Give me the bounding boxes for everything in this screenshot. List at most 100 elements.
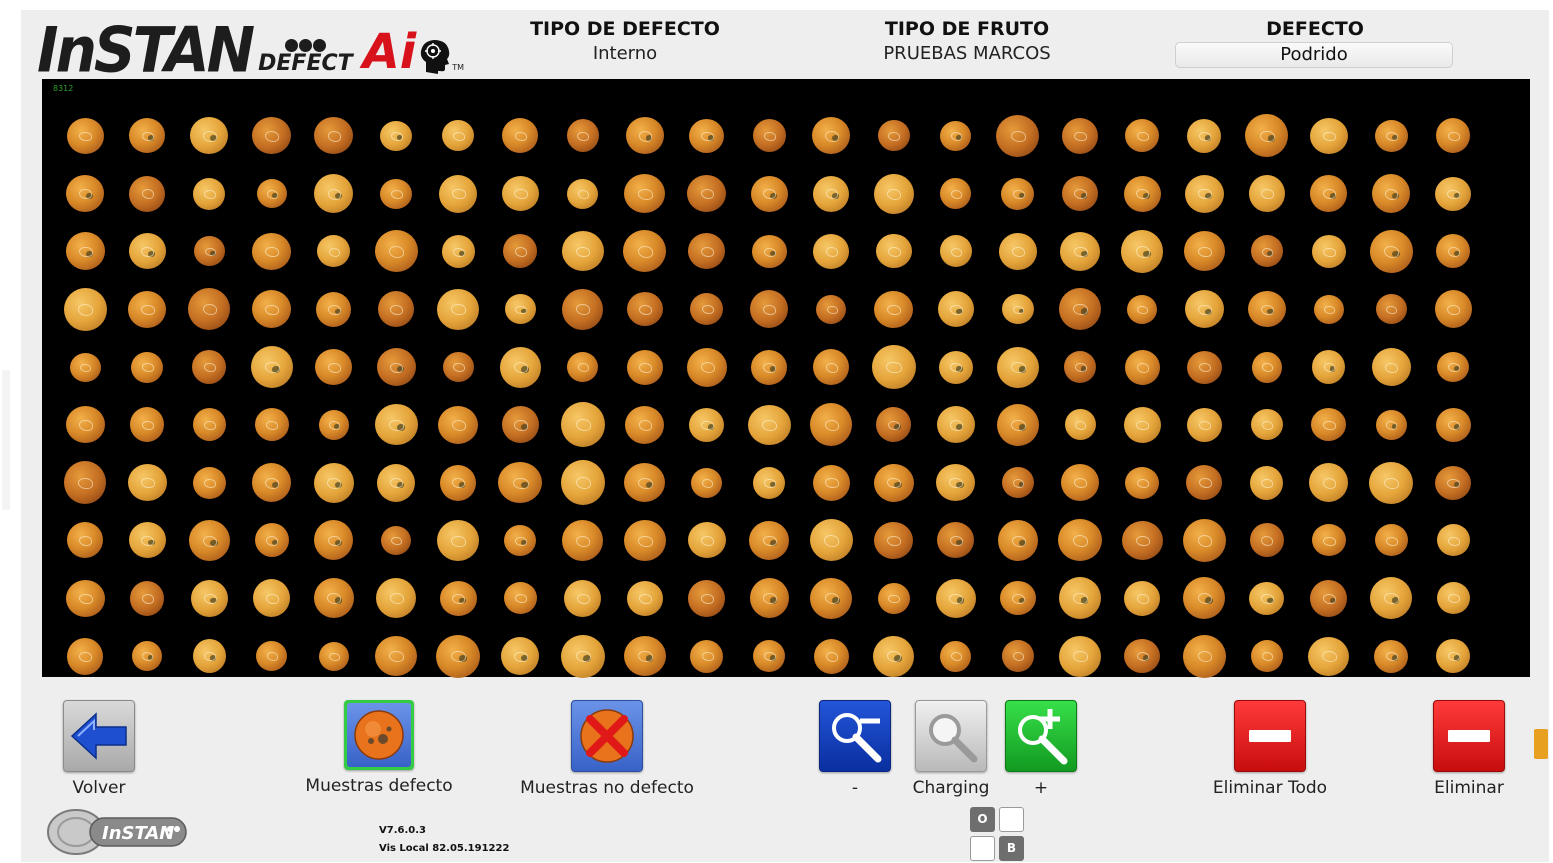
sample-cell[interactable]	[1360, 569, 1422, 627]
sample-cell[interactable]	[427, 627, 489, 685]
sample-cell[interactable]	[1422, 107, 1484, 165]
sample-cell[interactable]	[676, 396, 738, 454]
defecto-selector[interactable]: Podrido	[1175, 42, 1453, 68]
sample-cell[interactable]	[1298, 280, 1360, 338]
sample-cell[interactable]	[1422, 512, 1484, 570]
sample-cell[interactable]	[241, 165, 303, 223]
muestras-defecto-button[interactable]	[344, 700, 414, 770]
sample-cell[interactable]	[1360, 165, 1422, 223]
sample-cell[interactable]	[1360, 627, 1422, 685]
sample-cell[interactable]	[1111, 223, 1173, 281]
sample-cell[interactable]	[1236, 454, 1298, 512]
sample-cell[interactable]	[862, 223, 924, 281]
sample-cell[interactable]	[1298, 223, 1360, 281]
sample-cell[interactable]	[1049, 223, 1111, 281]
sample-cell[interactable]	[738, 223, 800, 281]
sample-cell[interactable]	[116, 338, 178, 396]
sample-cell[interactable]	[614, 107, 676, 165]
sample-cell[interactable]	[552, 223, 614, 281]
sample-cell[interactable]	[1298, 338, 1360, 396]
sample-cell[interactable]	[925, 280, 987, 338]
sample-cell[interactable]	[116, 396, 178, 454]
sample-cell[interactable]	[738, 107, 800, 165]
sample-cell[interactable]	[1173, 338, 1235, 396]
sample-cell[interactable]	[614, 512, 676, 570]
sample-cell[interactable]	[303, 454, 365, 512]
zoom-reset-button[interactable]	[915, 700, 987, 772]
sample-cell[interactable]	[1049, 396, 1111, 454]
sample-cell[interactable]	[925, 454, 987, 512]
sample-cell[interactable]	[303, 107, 365, 165]
sample-cell[interactable]	[365, 165, 427, 223]
samples-canvas[interactable]: 8312	[42, 79, 1530, 678]
sample-cell[interactable]	[738, 280, 800, 338]
sample-cell[interactable]	[489, 454, 551, 512]
sample-cell[interactable]	[1360, 338, 1422, 396]
sample-cell[interactable]	[365, 338, 427, 396]
eliminar-button[interactable]	[1433, 700, 1505, 772]
sample-cell[interactable]	[800, 338, 862, 396]
sample-cell[interactable]	[676, 627, 738, 685]
sample-cell[interactable]	[862, 512, 924, 570]
sample-cell[interactable]	[116, 280, 178, 338]
sample-cell[interactable]	[552, 107, 614, 165]
sample-cell[interactable]	[738, 627, 800, 685]
sample-cell[interactable]	[1236, 280, 1298, 338]
sample-cell[interactable]	[365, 569, 427, 627]
sample-cell[interactable]	[1236, 338, 1298, 396]
sample-cell[interactable]	[862, 107, 924, 165]
sample-cell[interactable]	[676, 569, 738, 627]
sample-cell[interactable]	[676, 512, 738, 570]
toggle-o[interactable]: O	[970, 807, 995, 832]
sample-cell[interactable]	[1049, 512, 1111, 570]
sample-cell[interactable]	[862, 165, 924, 223]
sample-cell[interactable]	[303, 569, 365, 627]
sample-cell[interactable]	[1049, 338, 1111, 396]
sample-cell[interactable]	[862, 627, 924, 685]
sample-cell[interactable]	[427, 512, 489, 570]
sample-cell[interactable]	[676, 223, 738, 281]
sample-cell[interactable]	[427, 338, 489, 396]
sample-cell[interactable]	[1236, 512, 1298, 570]
sample-cell[interactable]	[1236, 396, 1298, 454]
sample-cell[interactable]	[178, 569, 240, 627]
sample-cell[interactable]	[987, 396, 1049, 454]
sample-cell[interactable]	[1360, 396, 1422, 454]
sample-cell[interactable]	[427, 165, 489, 223]
sample-cell[interactable]	[552, 338, 614, 396]
sample-cell[interactable]	[365, 512, 427, 570]
sample-cell[interactable]	[365, 107, 427, 165]
sample-cell[interactable]	[862, 338, 924, 396]
sample-cell[interactable]	[116, 107, 178, 165]
sample-cell[interactable]	[1422, 280, 1484, 338]
sample-cell[interactable]	[1173, 512, 1235, 570]
sample-cell[interactable]	[116, 569, 178, 627]
eliminar-todo-button[interactable]	[1234, 700, 1306, 772]
sample-cell[interactable]	[489, 280, 551, 338]
sample-cell[interactable]	[427, 396, 489, 454]
sample-cell[interactable]	[925, 223, 987, 281]
sample-cell[interactable]	[178, 338, 240, 396]
sample-cell[interactable]	[1173, 627, 1235, 685]
side-panel-icon[interactable]	[1534, 729, 1548, 759]
sample-cell[interactable]	[1049, 107, 1111, 165]
sample-cell[interactable]	[1236, 165, 1298, 223]
sample-cell[interactable]	[800, 454, 862, 512]
sample-cell[interactable]	[1298, 454, 1360, 512]
zoom-out-button[interactable]	[819, 700, 891, 772]
sample-cell[interactable]	[303, 396, 365, 454]
sample-cell[interactable]	[1422, 338, 1484, 396]
sample-cell[interactable]	[552, 569, 614, 627]
sample-cell[interactable]	[54, 165, 116, 223]
sample-cell[interactable]	[178, 280, 240, 338]
sample-cell[interactable]	[54, 454, 116, 512]
sample-cell[interactable]	[116, 454, 178, 512]
sample-cell[interactable]	[116, 627, 178, 685]
sample-cell[interactable]	[178, 223, 240, 281]
sample-cell[interactable]	[552, 512, 614, 570]
sample-cell[interactable]	[54, 512, 116, 570]
sample-cell[interactable]	[303, 627, 365, 685]
sample-cell[interactable]	[925, 338, 987, 396]
sample-cell[interactable]	[614, 223, 676, 281]
sample-cell[interactable]	[614, 338, 676, 396]
